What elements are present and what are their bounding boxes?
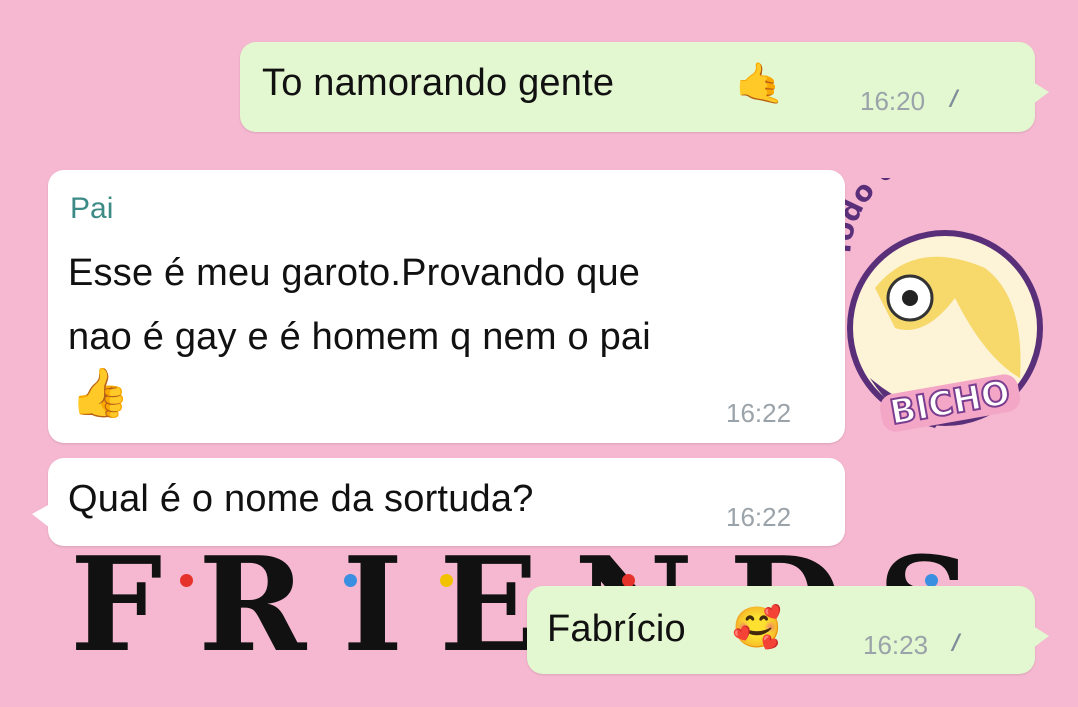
- message-text-line-1: Esse é meu garoto.Provando que: [68, 252, 641, 294]
- message-text: Fabrício: [547, 608, 686, 650]
- message-bubble-incoming[interactable]: Qual é o nome da sortuda? 16:22: [32, 458, 845, 546]
- call-me-hand-emoji-icon: 🤙: [735, 62, 785, 106]
- message-time: 16:20: [860, 86, 926, 116]
- message-bubble-outgoing[interactable]: Fabrício 🥰 16:23 //: [527, 586, 1049, 674]
- read-ticks-icon: //: [952, 630, 961, 657]
- message-time: 16:22: [726, 398, 792, 428]
- message-time: 16:23: [863, 630, 929, 660]
- smiling-face-with-hearts-emoji-icon: 🥰: [732, 606, 782, 650]
- friends-dot-yellow: [440, 574, 453, 587]
- message-bubble-incoming[interactable]: Pai Esse é meu garoto.Provando que nao é…: [48, 170, 845, 443]
- message-text: Qual é o nome da sortuda?: [68, 478, 534, 520]
- sender-name: Pai: [70, 192, 114, 225]
- message-text: To namorando gente: [262, 62, 615, 104]
- thumbs-up-emoji-icon: 👍: [70, 367, 130, 420]
- message-text-line-2: nao é gay e é homem q nem o pai: [68, 316, 651, 358]
- read-ticks-icon: //: [950, 86, 959, 113]
- friends-dot-blue: [344, 574, 357, 587]
- friends-dot-red: [180, 574, 193, 587]
- todo-dia-isso-bicho-logo: Todo dia isso BICHO: [835, 178, 1043, 434]
- message-time: 16:22: [726, 502, 792, 532]
- message-bubble-outgoing[interactable]: To namorando gente 🤙 16:20 //: [240, 42, 1049, 132]
